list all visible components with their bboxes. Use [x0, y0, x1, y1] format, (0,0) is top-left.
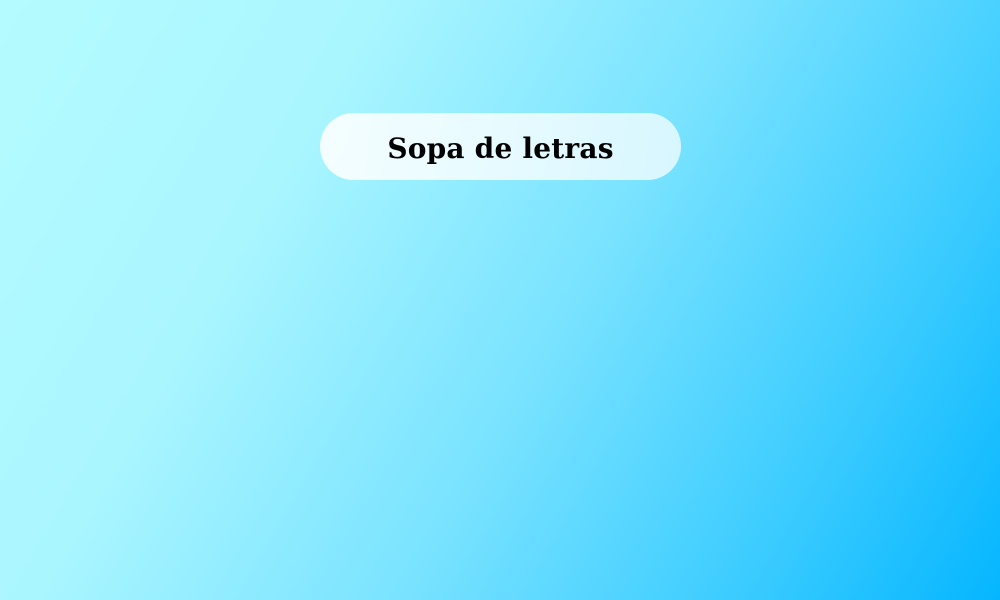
game-title: Sopa de letras	[387, 131, 614, 165]
title-banner: Sopa de letras	[320, 113, 681, 180]
game-screen: { "game": { "title": "Sopa de letras" },…	[0, 0, 1000, 600]
